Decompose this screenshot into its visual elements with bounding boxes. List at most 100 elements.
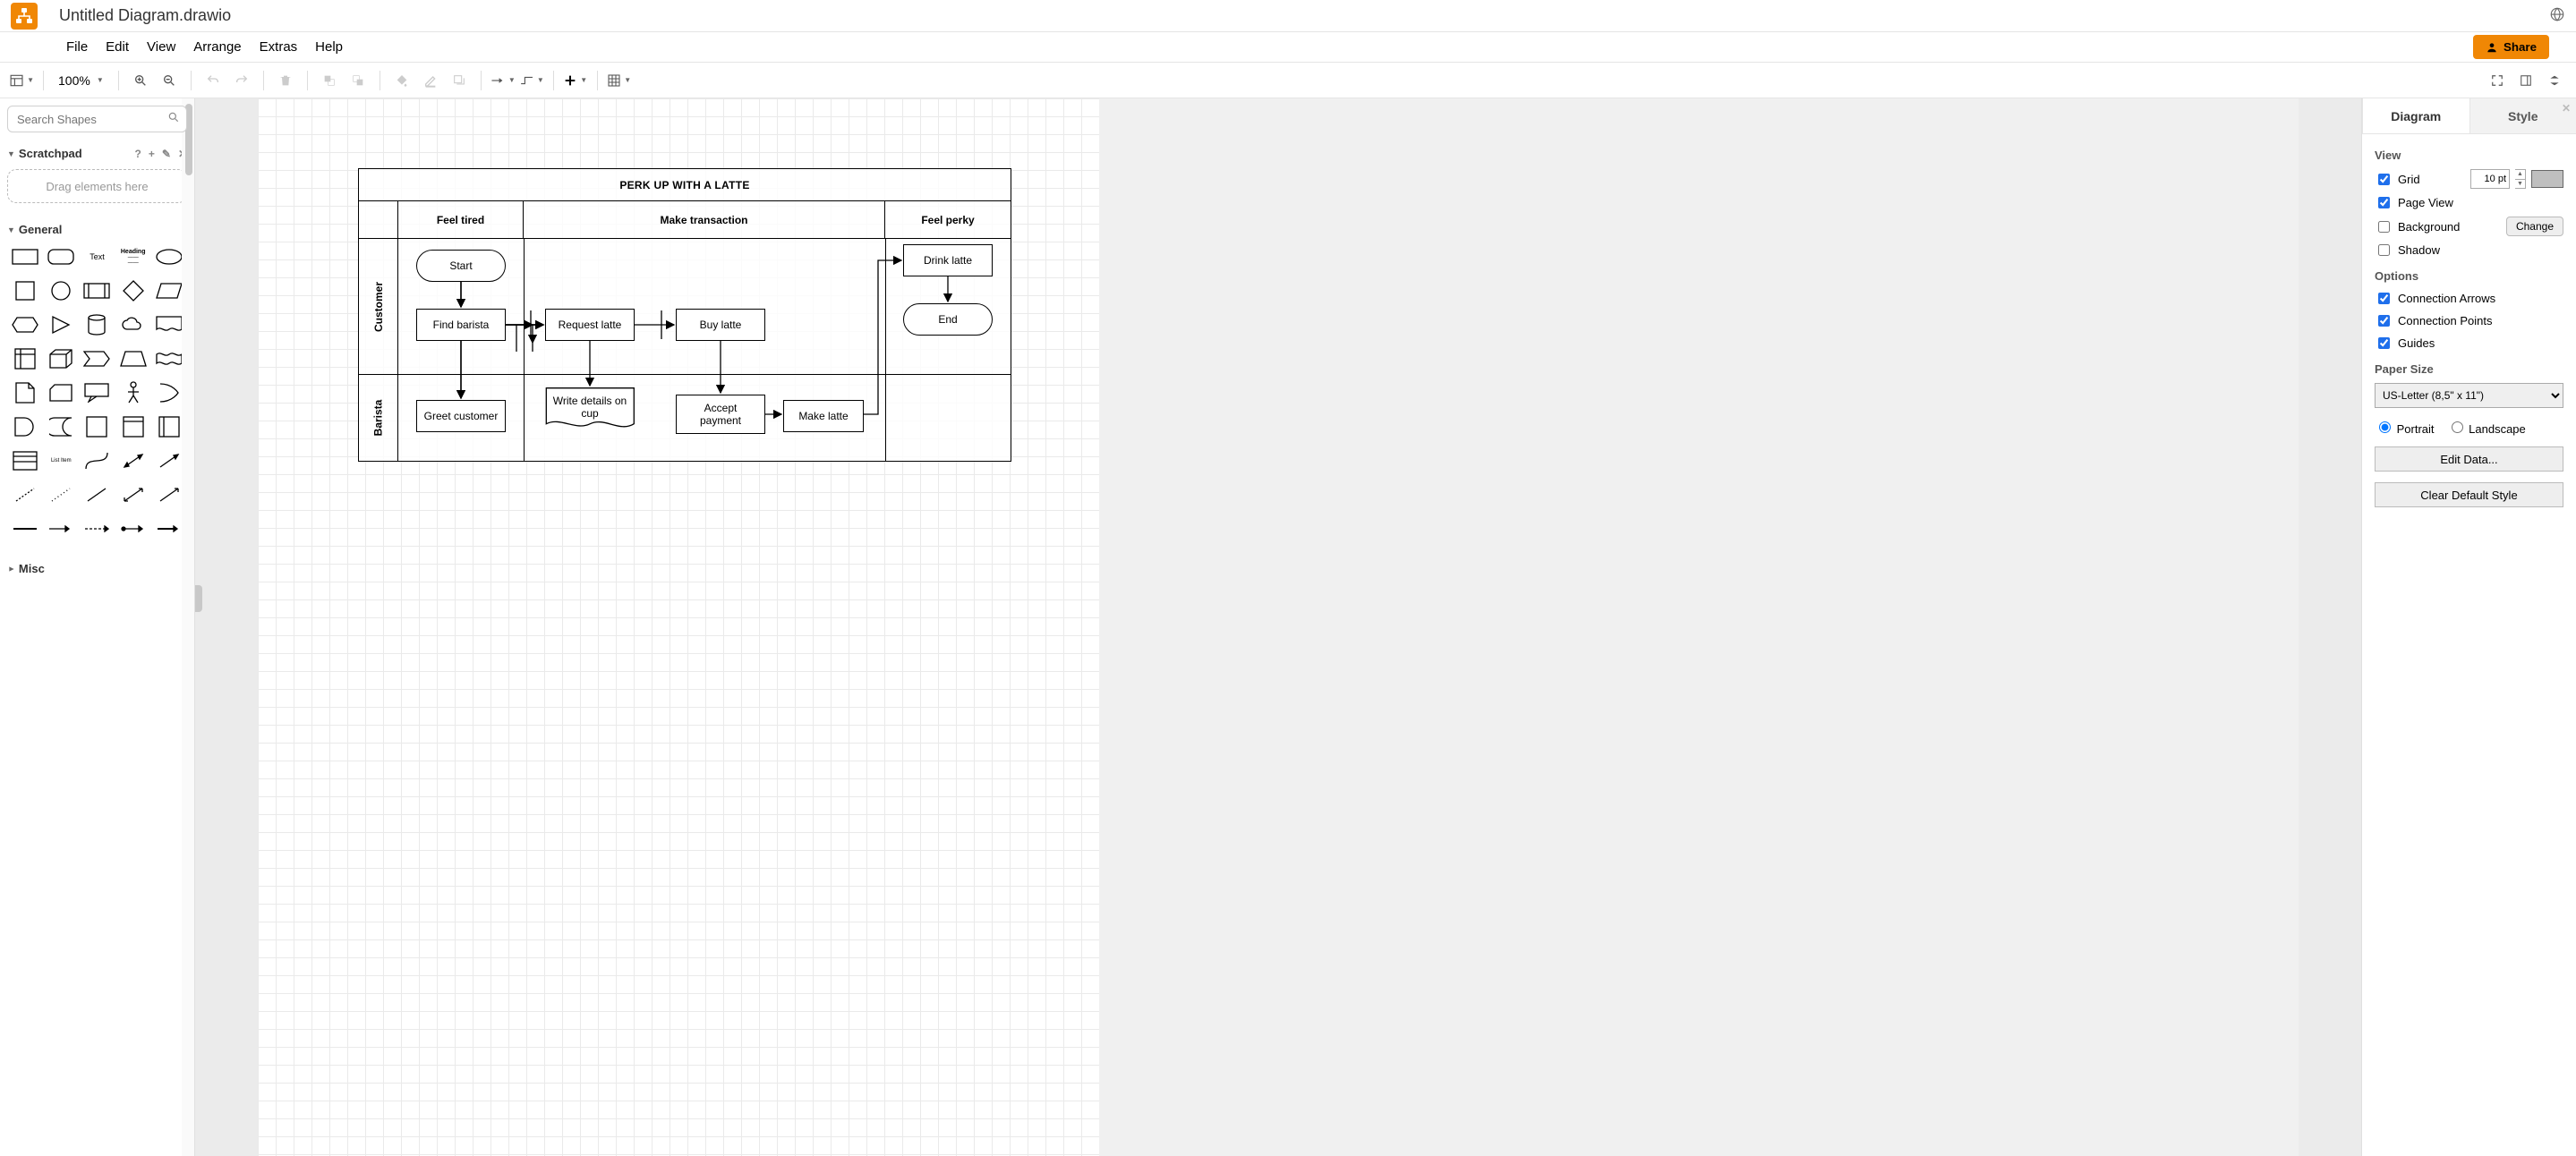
shape-list-item[interactable]: List Item: [47, 447, 75, 474]
close-panel-icon[interactable]: ✕: [2562, 102, 2571, 115]
shape-link1[interactable]: [11, 515, 39, 542]
shape-triangle[interactable]: [47, 311, 75, 338]
shape-and[interactable]: [11, 413, 39, 440]
undo-button[interactable]: [200, 68, 226, 93]
menu-extras[interactable]: Extras: [251, 36, 307, 58]
scratchpad-header[interactable]: ▼Scratchpad ? + ✎ ✕: [7, 143, 187, 164]
scratchpad-add-icon[interactable]: +: [149, 148, 155, 160]
collapse-button[interactable]: [2542, 68, 2567, 93]
shape-link5[interactable]: [155, 515, 183, 542]
pageview-checkbox[interactable]: [2378, 197, 2390, 208]
shape-link2[interactable]: [47, 515, 75, 542]
shape-dir-thin[interactable]: [155, 481, 183, 508]
shape-container3[interactable]: [155, 413, 183, 440]
stroke-color-button[interactable]: [418, 68, 443, 93]
shape-container2[interactable]: [119, 413, 148, 440]
connection-style-button[interactable]: ▼: [490, 68, 516, 93]
menu-file[interactable]: File: [57, 36, 97, 58]
zoom-level[interactable]: 100%▼: [53, 73, 109, 88]
shape-trapezoid[interactable]: [119, 345, 148, 372]
zoom-in-button[interactable]: [128, 68, 153, 93]
view-mode-button[interactable]: ▼: [9, 68, 34, 93]
general-shapes-header[interactable]: ▼General: [7, 219, 187, 240]
scratchpad-dropzone[interactable]: Drag elements here: [7, 169, 187, 203]
tab-style[interactable]: Style✕: [2469, 98, 2576, 133]
search-shapes-input[interactable]: [7, 106, 187, 132]
clear-style-button[interactable]: Clear Default Style: [2375, 482, 2563, 507]
milestone-2[interactable]: Make transaction: [524, 201, 885, 238]
shape-link4[interactable]: [119, 515, 148, 542]
change-background-button[interactable]: Change: [2506, 217, 2563, 236]
document-title[interactable]: Untitled Diagram.drawio: [59, 6, 231, 25]
waypoint-style-button[interactable]: ▼: [519, 68, 544, 93]
shape-callout[interactable]: [82, 379, 111, 406]
table-button[interactable]: ▼: [607, 68, 632, 93]
guides-checkbox[interactable]: [2378, 337, 2390, 349]
redo-button[interactable]: [229, 68, 254, 93]
shape-card[interactable]: [47, 379, 75, 406]
tab-diagram[interactable]: Diagram: [2362, 98, 2469, 133]
background-checkbox[interactable]: [2378, 221, 2390, 233]
shape-note[interactable]: [11, 379, 39, 406]
menu-view[interactable]: View: [138, 36, 184, 58]
shape-text[interactable]: Text: [82, 243, 111, 270]
format-panel-button[interactable]: [2513, 68, 2538, 93]
shape-bidir-arrow[interactable]: [119, 447, 148, 474]
shape-cloud[interactable]: [119, 311, 148, 338]
grid-checkbox[interactable]: [2378, 174, 2390, 185]
sidebar-splitter[interactable]: [195, 585, 202, 612]
shape-line[interactable]: [82, 481, 111, 508]
shape-arrow[interactable]: [155, 447, 183, 474]
shape-dotted-line[interactable]: [47, 481, 75, 508]
shape-actor[interactable]: [119, 379, 148, 406]
node-start[interactable]: Start: [416, 250, 506, 282]
shape-parallelogram[interactable]: [155, 277, 183, 304]
grid-size-stepper[interactable]: ▲▼: [2515, 169, 2526, 189]
shape-diamond[interactable]: [119, 277, 148, 304]
shape-ellipse[interactable]: [155, 243, 183, 270]
canvas-page[interactable]: PERK UP WITH A LATTE Feel tired Make tra…: [258, 98, 1099, 1156]
shadow-button[interactable]: [447, 68, 472, 93]
milestone-3[interactable]: Feel perky: [885, 201, 1011, 238]
node-accept-payment[interactable]: Accept payment: [676, 395, 765, 434]
shape-document[interactable]: [155, 311, 183, 338]
shape-link3[interactable]: [82, 515, 111, 542]
shape-bidir-thin[interactable]: [119, 481, 148, 508]
scratchpad-edit-icon[interactable]: ✎: [162, 148, 171, 160]
shape-rectangle[interactable]: [11, 243, 39, 270]
shape-rounded-rect[interactable]: [47, 243, 75, 270]
canvas[interactable]: PERK UP WITH A LATTE Feel tired Make tra…: [195, 98, 2361, 1156]
fill-color-button[interactable]: [389, 68, 414, 93]
grid-color-swatch[interactable]: [2531, 170, 2563, 188]
lane-label-barista[interactable]: Barista: [359, 375, 398, 461]
shape-internal-storage[interactable]: [11, 345, 39, 372]
portrait-option[interactable]: Portrait: [2375, 419, 2435, 436]
shape-heading[interactable]: Heading————: [119, 243, 148, 270]
lane-label-customer[interactable]: Customer: [359, 239, 398, 375]
scratchpad-help-icon[interactable]: ?: [135, 148, 141, 160]
zoom-out-button[interactable]: [157, 68, 182, 93]
swimlane-pool[interactable]: PERK UP WITH A LATTE Feel tired Make tra…: [358, 168, 1011, 462]
menu-help[interactable]: Help: [306, 36, 352, 58]
to-back-button[interactable]: [345, 68, 371, 93]
menu-arrange[interactable]: Arrange: [184, 36, 250, 58]
share-button[interactable]: Share: [2473, 35, 2549, 59]
shape-hexagon[interactable]: [11, 311, 39, 338]
node-buy-latte[interactable]: Buy latte: [676, 309, 765, 341]
shape-cube[interactable]: [47, 345, 75, 372]
landscape-option[interactable]: Landscape: [2447, 419, 2526, 436]
shape-container1[interactable]: [82, 413, 111, 440]
grid-size-input[interactable]: [2470, 169, 2510, 189]
shadow-checkbox[interactable]: [2378, 244, 2390, 256]
insert-button[interactable]: ▼: [563, 68, 588, 93]
sidebar-scrollbar[interactable]: [182, 98, 194, 1156]
node-make-latte[interactable]: Make latte: [783, 400, 864, 432]
pool-title[interactable]: PERK UP WITH A LATTE: [359, 169, 1011, 201]
menu-edit[interactable]: Edit: [97, 36, 138, 58]
node-greet-customer[interactable]: Greet customer: [416, 400, 506, 432]
shape-cylinder[interactable]: [82, 311, 111, 338]
shape-curve[interactable]: [82, 447, 111, 474]
search-icon[interactable]: [167, 111, 180, 126]
misc-shapes-header[interactable]: ▼Misc: [7, 558, 187, 579]
shape-circle[interactable]: [47, 277, 75, 304]
